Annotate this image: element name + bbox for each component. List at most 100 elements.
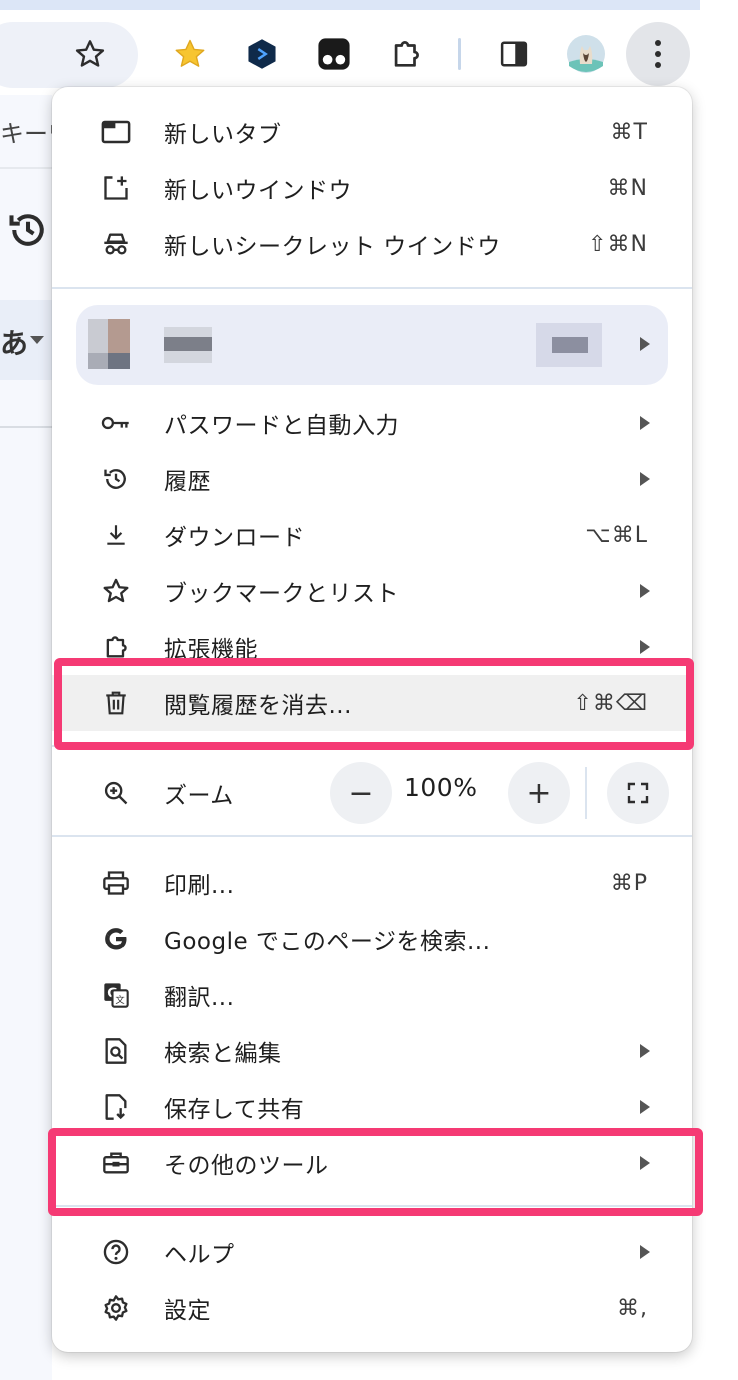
menu-item-settings[interactable]: 設定 ⌘, [52,1280,692,1336]
tab-strip [0,0,700,10]
menu-item-translate[interactable]: G文 翻訳... [52,967,692,1023]
submenu-arrow-icon [640,1156,650,1170]
kebab-menu-button[interactable] [626,22,690,86]
menu-item-label: 閲覧履歴を消去... [164,693,352,719]
side-panel-icon[interactable] [490,30,538,78]
google-g-icon [100,923,132,955]
fullscreen-icon [627,782,649,804]
page-left-strip [0,95,52,1380]
profile-avatar[interactable] [562,30,610,78]
menu-item-new-tab[interactable]: 新しいタブ ⌘T [52,104,692,160]
menu-item-google-search[interactable]: Google でこのページを検索... [52,911,692,967]
chevron-down-icon [30,336,44,344]
toolbox-icon [100,1147,132,1179]
puzzle-icon [100,631,132,663]
diamond-extension-icon[interactable] [238,30,286,78]
shortcut-label: ⌥⌘L [585,522,648,548]
trash-icon [100,687,132,719]
history-icon[interactable] [6,208,50,256]
menu-item-extensions[interactable]: 拡張機能 [52,619,692,675]
menu-divider [52,835,692,837]
favorite-star-extension-icon[interactable] [166,30,214,78]
menu-item-help[interactable]: ヘルプ [52,1224,692,1280]
zoom-row: ズーム − 100% + [52,759,692,827]
profile-photo-redacted [108,353,130,369]
translate-icon: G文 [100,979,132,1011]
toolbar-divider [458,38,461,70]
zoom-out-button[interactable]: − [330,762,392,824]
new-window-icon [100,172,132,204]
menu-item-print[interactable]: 印刷... ⌘P [52,855,692,911]
menu-divider [52,287,692,289]
zoom-in-button[interactable]: + [508,762,570,824]
menu-divider [52,1205,692,1207]
save-page-icon [100,1091,132,1123]
menu-item-label: 新しいタブ [164,122,282,148]
menu-item-clear-browsing-data[interactable]: 閲覧履歴を消去... ⇧⌘⌫ [52,675,692,731]
gear-icon [100,1292,132,1324]
zoom-in-icon [100,777,132,809]
profile-photo-redacted [88,353,108,369]
shortcut-label: ⇧⌘N [588,231,648,257]
menu-item-more-tools[interactable]: その他のツール [52,1135,692,1191]
help-icon [100,1236,132,1268]
zoom-level: 100% [404,773,478,802]
submenu-arrow-icon [640,640,650,654]
profile-name-redacted [164,337,212,351]
star-icon [100,575,132,607]
menu-item-history[interactable]: 履歴 [52,451,692,507]
submenu-arrow-icon [640,416,650,430]
menu-item-label: ブックマークとリスト [164,581,399,607]
menu-item-label: 拡張機能 [164,637,258,663]
menu-item-passwords[interactable]: パスワードと自動入力 [52,395,692,451]
profile-badge-redacted [552,337,588,353]
menu-item-label: ダウンロード [164,525,305,551]
incognito-icon [100,228,132,260]
menu-item-label: 翻訳... [164,985,235,1011]
menu-item-downloads[interactable]: ダウンロード ⌥⌘L [52,507,692,563]
page-divider [0,167,60,169]
zoom-out-glyph: − [348,775,374,811]
zoom-label-row: ズーム [52,765,312,821]
menu-item-find-edit[interactable]: 検索と編集 [52,1023,692,1079]
submenu-arrow-icon [640,1100,650,1114]
submenu-arrow-icon [640,1044,650,1058]
submenu-arrow-icon [640,472,650,486]
profile-row[interactable] [76,305,668,385]
find-in-page-icon [100,1035,132,1067]
shortcut-label: ⇧⌘⌫ [573,690,648,716]
shortcut-label: ⌘P [610,870,648,896]
menu-item-label: 検索と編集 [164,1041,282,1067]
shortcut-label: ⌘T [610,119,648,145]
zoom-divider [585,767,587,819]
submenu-arrow-icon [640,1245,650,1259]
menu-divider [52,745,692,747]
menu-item-save-share[interactable]: 保存して共有 [52,1079,692,1135]
menu-item-label: 新しいウインドウ [164,178,352,204]
kebab-menu-icon [655,40,661,68]
menu-item-label: Google でこのページを検索... [164,929,491,955]
download-icon [100,519,132,551]
shortcut-label: ⌘N [607,175,648,201]
tampermonkey-extension-icon[interactable] [310,30,358,78]
menu-item-label: 履歴 [164,469,211,495]
printer-icon [100,867,132,899]
menu-item-bookmarks[interactable]: ブックマークとリスト [52,563,692,619]
bookmark-star-icon[interactable] [66,30,114,78]
menu-item-label: 保存して共有 [164,1097,305,1123]
page-divider [0,426,60,428]
submenu-arrow-icon [640,584,650,598]
extensions-puzzle-icon[interactable] [382,30,430,78]
ime-indicator: あ [0,327,29,360]
new-tab-icon [100,116,132,148]
menu-item-incognito[interactable]: 新しいシークレット ウインドウ ⇧⌘N [52,216,692,272]
key-icon [100,407,132,439]
menu-item-label: その他のツール [164,1153,329,1179]
window-edge [700,0,738,1380]
svg-text:文: 文 [115,994,124,1006]
zoom-in-glyph: + [526,775,552,811]
menu-item-new-window[interactable]: 新しいウインドウ ⌘N [52,160,692,216]
fullscreen-button[interactable] [607,762,669,824]
shortcut-label: ⌘, [617,1295,648,1321]
menu-item-label: 印刷... [164,873,235,899]
